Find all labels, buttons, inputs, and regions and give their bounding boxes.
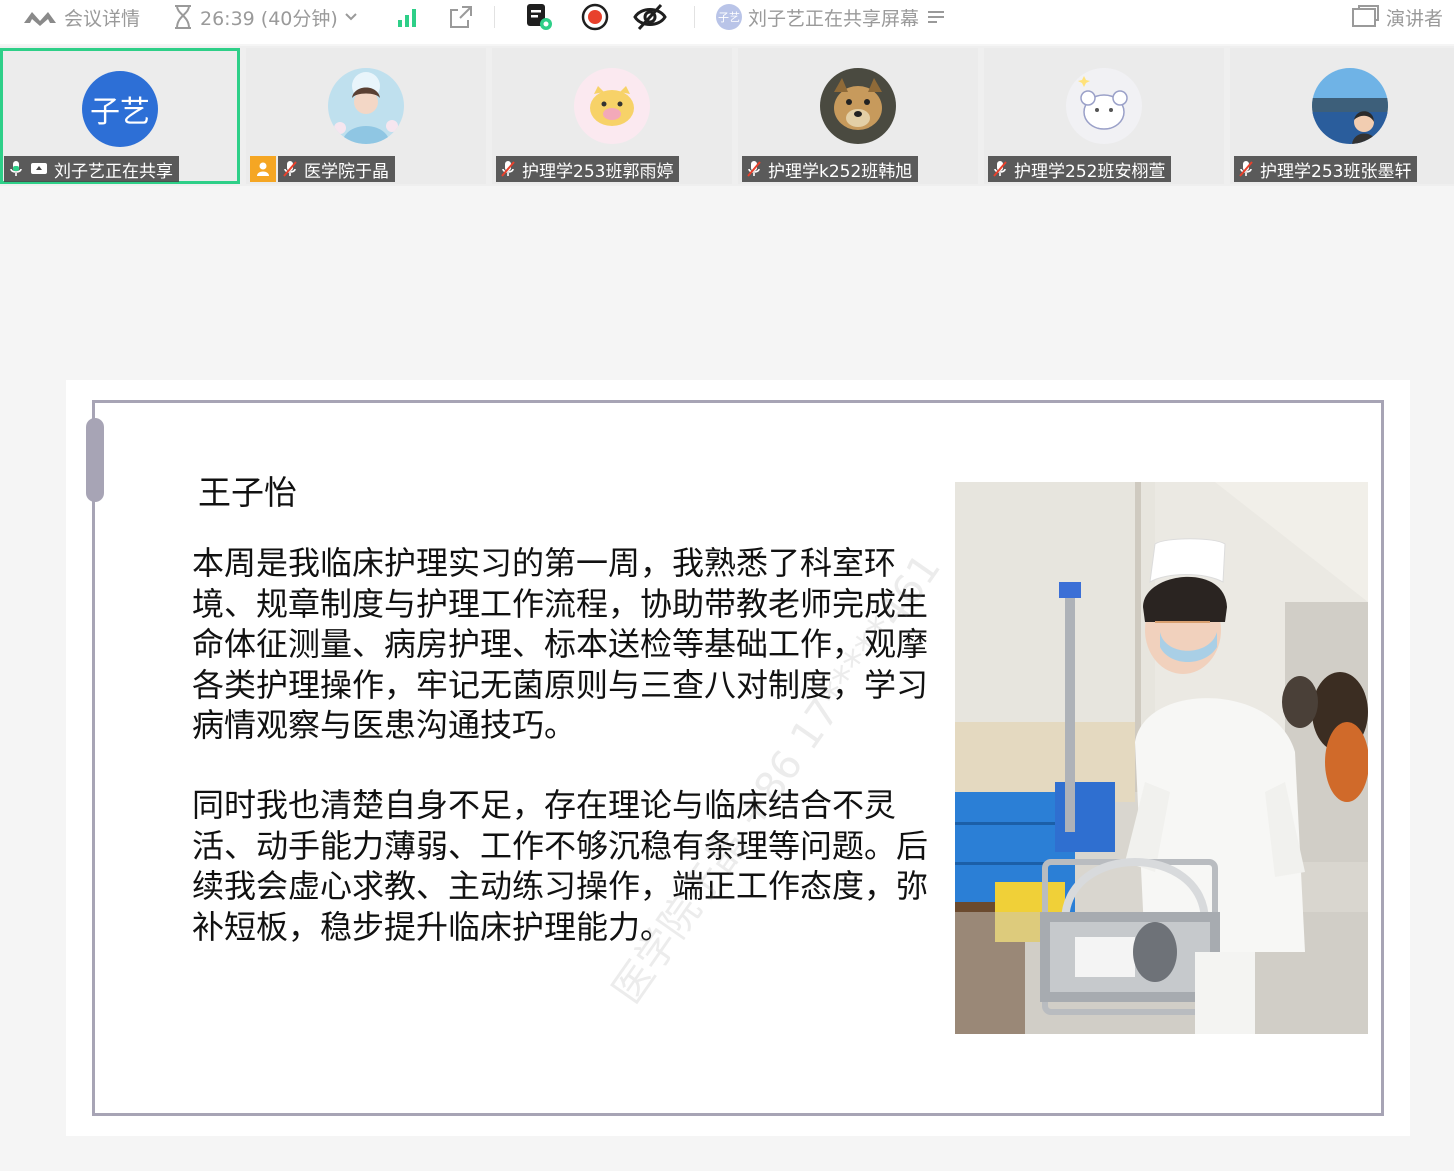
participant-tile[interactable]: 护理学k252班韩旭: [738, 48, 978, 184]
sharing-status-label: 刘子艺正在共享屏幕: [748, 7, 920, 30]
avatar: [328, 68, 404, 144]
pop-out-button[interactable]: [448, 0, 474, 34]
slide-paragraph-1: 本周是我临床护理实习的第一周，我熟悉了科室环境、规章制度与护理工作流程，协助带教…: [192, 544, 929, 744]
toolbar-divider: [494, 6, 495, 28]
meeting-details-label: 会议详情: [64, 7, 141, 30]
participant-strip: 子艺 刘子艺正在共享 医学院于晶 护理学253班郭雨婷 护理学k252班韩旭 护…: [0, 46, 1454, 186]
sharer-avatar: 子艺: [716, 4, 742, 30]
participant-name-tag: 护理学253班张墨轩: [1234, 156, 1418, 182]
cartoon-bear-avatar: [1066, 68, 1142, 144]
participant-tile[interactable]: 护理学253班郭雨婷: [492, 48, 732, 184]
chevron-down-icon: [345, 13, 357, 21]
participant-name: 护理学253班郭雨婷: [522, 161, 674, 182]
microphone-icon: [10, 161, 22, 176]
slide-decoration-handle: [86, 418, 104, 502]
participant-tile[interactable]: 医学院于晶: [246, 48, 486, 184]
slide-paragraph-2: 同时我也清楚自身不足，存在理论与临床结合不灵活、动手能力薄弱、工作不够沉稳有条理…: [192, 786, 929, 946]
avatar: [820, 68, 896, 144]
hourglass-icon: [175, 5, 191, 29]
mic-muted-icon: [283, 161, 297, 177]
cartoon-pig-avatar: [574, 68, 650, 144]
avatar: [574, 68, 650, 144]
host-badge: [250, 156, 276, 182]
minutes-button[interactable]: [524, 0, 554, 34]
sharing-status[interactable]: 子艺 刘子艺正在共享屏幕: [716, 0, 947, 34]
participant-name: 护理学252班安栩萱: [1014, 161, 1166, 182]
lake-photo-avatar: [1312, 68, 1388, 144]
participant-name-tag: 刘子艺正在共享: [4, 156, 179, 182]
speaker-view-label: 演讲者: [1386, 7, 1444, 30]
record-button[interactable]: [580, 0, 610, 34]
participant-name-tag: 医学院于晶: [278, 156, 395, 182]
child-photo-avatar: [328, 68, 404, 144]
participant-tile[interactable]: 护理学253班张墨轩: [1230, 48, 1454, 184]
mic-muted-icon: [1239, 161, 1253, 177]
mic-muted-icon: [747, 161, 761, 177]
document-ai-icon: [527, 4, 552, 30]
dog-photo-avatar: [820, 68, 896, 144]
layout-icon: [1352, 5, 1379, 27]
participant-name-tag: 护理学252班安栩萱: [988, 156, 1172, 182]
mic-muted-icon: [501, 161, 515, 177]
participant-name-tag: 护理学253班郭雨婷: [496, 156, 680, 182]
avatar: 子艺: [82, 71, 158, 147]
host-person-icon: [257, 162, 269, 176]
list-menu-icon: [928, 11, 945, 23]
tencent-meeting-logo-icon: [24, 12, 56, 26]
signal-bars-icon: [398, 9, 416, 27]
participant-tile[interactable]: 护理学252班安栩萱: [984, 48, 1224, 184]
meeting-details-button[interactable]: 会议详情: [22, 0, 140, 34]
participant-name: 护理学k252班韩旭: [768, 161, 913, 182]
meeting-toolbar: 会议详情 26:39 (40分钟) 子艺 刘子艺正在共享屏幕 演讲者: [0, 0, 1454, 44]
participant-name: 刘子艺正在共享: [54, 161, 173, 182]
screen-share-icon: [31, 163, 47, 174]
eye-off-icon: [633, 3, 667, 31]
toolbar-divider: [694, 6, 695, 28]
shared-slide: 王子怡 本周是我临床护理实习的第一周，我熟悉了科室环境、规章制度与护理工作流程，…: [66, 380, 1410, 1136]
slide-title: 王子怡: [198, 473, 297, 512]
participant-name: 医学院于晶: [304, 161, 389, 182]
hide-view-button[interactable]: [632, 0, 668, 34]
participant-name-tag: 护理学k252班韩旭: [742, 156, 919, 182]
network-signal-button[interactable]: [396, 0, 420, 34]
record-icon: [581, 3, 609, 31]
participant-name: 护理学253班张墨轩: [1260, 161, 1412, 182]
external-window-icon: [450, 6, 472, 28]
speaker-view-button[interactable]: 演讲者: [1350, 0, 1443, 34]
nurse-with-cart-image: [955, 482, 1368, 1034]
avatar: [1312, 68, 1388, 144]
nurse-photo: [955, 482, 1368, 1034]
avatar: [1066, 68, 1142, 144]
mic-muted-icon: [993, 161, 1007, 177]
participant-tile[interactable]: 子艺 刘子艺正在共享: [0, 48, 240, 184]
timer-label: 26:39 (40分钟): [200, 7, 338, 30]
meeting-timer[interactable]: 26:39 (40分钟): [172, 0, 358, 34]
